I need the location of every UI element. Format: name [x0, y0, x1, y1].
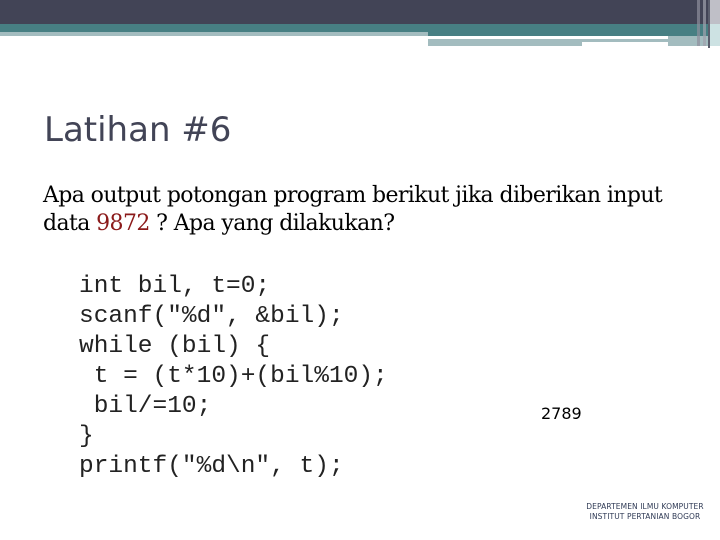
- footer-institution: INSTITUT PERTANIAN BOGOR: [589, 512, 701, 521]
- answer-text: 2789: [541, 404, 582, 423]
- question-text: Apa output potongan program berikut jika…: [43, 182, 703, 238]
- slide-title: Latihan #6: [44, 110, 232, 150]
- code-line: }: [79, 423, 94, 450]
- code-line: printf("%d\n", t);: [79, 453, 344, 480]
- code-block: int bil, t=0; scanf("%d", &bil); while (bi…: [79, 272, 388, 482]
- footer: DEPARTEMEN ILMU KOMPUTER INSTITUT PERTAN…: [578, 502, 712, 522]
- code-line: while (bil) {: [79, 333, 271, 360]
- header-light-strip-3: [428, 42, 582, 46]
- code-line: int bil, t=0;: [79, 273, 271, 300]
- header-light-strip: [0, 32, 428, 36]
- code-line: scanf("%d", &bil);: [79, 303, 344, 330]
- code-line: t = (t*10)+(bil%10);: [79, 363, 388, 390]
- question-part-2: ? Apa yang dilakukan?: [149, 211, 395, 236]
- header-dark-band: [0, 0, 720, 24]
- footer-department: DEPARTEMEN ILMU KOMPUTER: [586, 502, 704, 511]
- header-corner-block-light: [710, 24, 720, 46]
- code-line: bil/=10;: [79, 393, 212, 420]
- header-teal-band: [0, 24, 720, 32]
- header-corner-block: [710, 0, 720, 24]
- header-vertical-line: [703, 0, 706, 46]
- header-vertical-line: [697, 0, 700, 46]
- input-value-highlight: 9872: [96, 211, 150, 236]
